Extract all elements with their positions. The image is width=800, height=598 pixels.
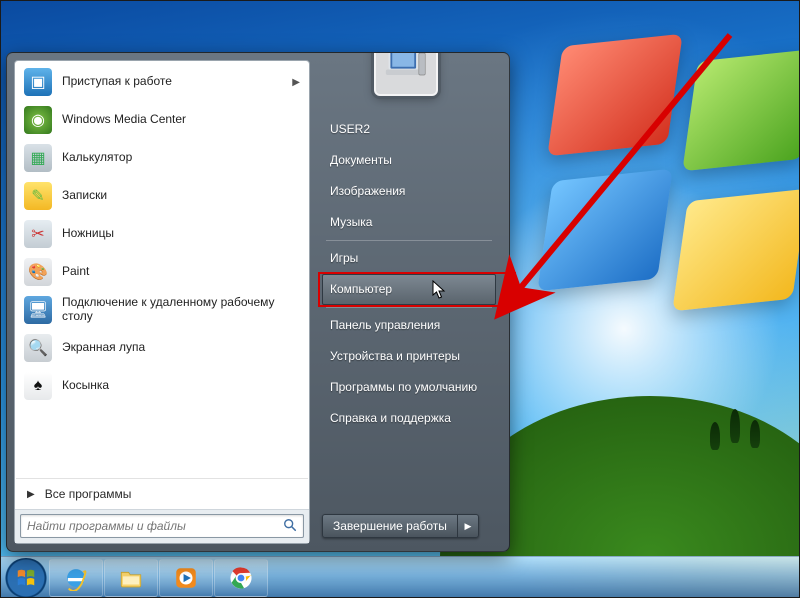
computer-icon [384,52,428,86]
taskbar [0,556,800,598]
places-item-label: USER2 [330,122,370,136]
program-item[interactable]: 🔍 Экранная лупа [16,329,308,367]
program-label: Калькулятор [62,151,132,165]
start-menu-programs-pane: ▣ Приступая к работе ▶ ◉ Windows Media Cente… [14,60,310,544]
places-item-label: Изображения [330,184,405,198]
places-item[interactable]: Документы [322,145,496,176]
places-item-label: Программы по умолчанию [330,380,477,394]
taskbar-pin-explorer[interactable] [104,559,158,597]
getting-started-icon: ▣ [24,68,52,96]
program-label: Windows Media Center [62,113,186,127]
magnifier-icon: 🔍 [24,334,52,362]
internet-explorer-icon [63,565,89,591]
places-item-label: Музыка [330,215,372,229]
wallpaper-tree [730,409,740,443]
places-item[interactable]: Устройства и принтеры [322,341,496,372]
wallpaper-tree [750,420,760,448]
separator [16,478,308,479]
windows-logo-icon [15,567,37,589]
search-input[interactable] [27,519,283,533]
shutdown-label: Завершение работы [333,519,447,533]
triangle-right-icon: ▶ [27,489,35,500]
shutdown-button[interactable]: Завершение работы [323,515,458,537]
places-item[interactable]: Музыка [322,207,496,238]
program-item[interactable]: ▦ Калькулятор [16,139,308,177]
taskbar-pin-chrome[interactable] [214,559,268,597]
all-programs-link[interactable]: ▶ Все программы [15,481,309,509]
win-flag-red [547,34,682,157]
program-item[interactable]: 🖥 Подключение к удаленному рабочему столу [16,291,308,329]
places-item-label: Панель управления [330,318,440,332]
user-account-picture[interactable] [374,52,438,96]
start-menu-places-pane: USER2 Документы Изображения Музыка Игры Компь… [310,60,502,544]
separator [326,240,492,241]
shutdown-button-group: Завершение работы ▶ [322,514,479,538]
places-item[interactable]: Изображения [322,176,496,207]
remote-desktop-icon: 🖥 [24,296,52,324]
places-item[interactable]: Справка и поддержка [322,403,496,434]
program-item[interactable]: ✎ Записки [16,177,308,215]
places-item[interactable]: USER2 [322,114,496,145]
all-programs-label: Все программы [45,487,132,501]
places-item[interactable]: Игры [322,243,496,274]
separator [326,307,492,308]
program-label: Экранная лупа [62,341,145,355]
places-item-label: Устройства и принтеры [330,349,460,363]
search-icon [283,518,297,535]
program-label: Приступая к работе [62,75,172,89]
start-menu: ▣ Приступая к работе ▶ ◉ Windows Media Cente… [6,52,510,552]
sticky-notes-icon: ✎ [24,182,52,210]
solitaire-icon: ♠ [24,372,52,400]
places-item-label: Справка и поддержка [330,411,451,425]
program-item[interactable]: ▣ Приступая к работе ▶ [16,63,308,101]
search-area [15,509,309,543]
program-item[interactable]: ◉ Windows Media Center [16,101,308,139]
program-label: Ножницы [62,227,114,241]
google-chrome-icon [228,565,254,591]
recent-programs-list: ▣ Приступая к работе ▶ ◉ Windows Media Cente… [15,61,309,476]
taskbar-pin-media-player[interactable] [159,559,213,597]
program-label: Подключение к удаленному рабочему столу [62,296,300,324]
places-item-label: Документы [330,153,392,167]
windows-media-player-icon [173,565,199,591]
places-item[interactable]: Программы по умолчанию [322,372,496,403]
places-item[interactable]: Компьютер [322,274,496,305]
program-label: Paint [62,265,89,279]
paint-icon: 🎨 [24,258,52,286]
win-flag-blue [537,169,672,292]
win-flag-yellow [672,189,800,312]
places-item[interactable]: Панель управления [322,310,496,341]
places-list: USER2 Документы Изображения Музыка Игры Компь… [322,114,496,434]
taskbar-pin-internet-explorer[interactable] [49,559,103,597]
media-center-icon: ◉ [24,106,52,134]
start-button[interactable] [4,558,48,598]
program-item[interactable]: ✂ Ножницы [16,215,308,253]
program-label: Записки [62,189,107,203]
shutdown-options-button[interactable]: ▶ [458,515,478,537]
program-item[interactable]: ♠ Косынка [16,367,308,405]
win-flag-green [682,49,800,172]
wallpaper-tree [710,422,720,450]
places-item-label: Игры [330,251,358,265]
search-box[interactable] [20,514,304,538]
mouse-cursor-icon [432,280,446,300]
submenu-arrow-icon: ▶ [292,77,300,88]
program-label: Косынка [62,379,109,393]
snipping-tool-icon: ✂ [24,220,52,248]
calculator-icon: ▦ [24,144,52,172]
file-explorer-icon [118,565,144,591]
program-item[interactable]: 🎨 Paint [16,253,308,291]
triangle-right-icon: ▶ [464,521,471,532]
places-item-label: Компьютер [330,282,392,296]
